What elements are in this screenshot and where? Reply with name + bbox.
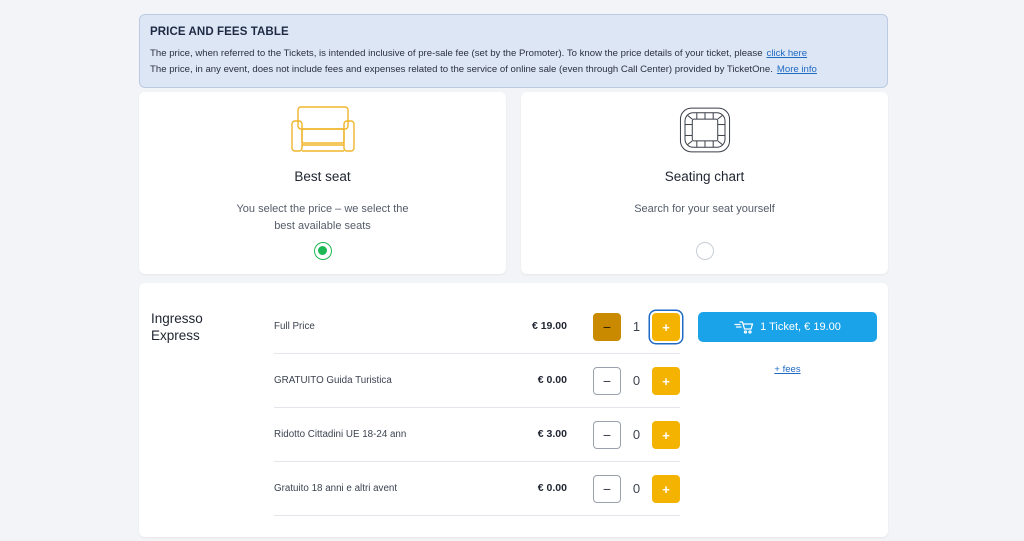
click-here-link[interactable]: click here	[767, 48, 808, 59]
price-fees-info-box: PRICE AND FEES TABLE The price, when ref…	[139, 14, 888, 88]
decrease-button[interactable]: −	[593, 313, 621, 341]
best-seat-desc-line1: You select the price – we select the	[236, 203, 409, 215]
best-seat-desc-line2: best available seats	[274, 220, 371, 232]
sector-name: Ingresso Express	[151, 310, 203, 344]
quantity-stepper: − 0 +	[593, 475, 680, 503]
ticket-row: Full Price € 19.00 − 1 +	[274, 300, 680, 354]
quantity-value: 0	[632, 373, 641, 388]
ticket-panel: Ingresso Express Full Price € 19.00 − 1 …	[139, 283, 888, 537]
info-line-presale-text: The price, when referred to the Tickets,…	[150, 48, 763, 59]
increase-button[interactable]: +	[652, 313, 680, 341]
ticket-price: € 19.00	[531, 320, 567, 332]
seating-chart-option[interactable]: Seating chart Search for your seat yours…	[521, 92, 888, 274]
ticket-type-name: Full Price	[274, 321, 315, 332]
seating-chart-desc-line1: Search for your seat yourself	[634, 203, 775, 215]
increase-button[interactable]: +	[652, 475, 680, 503]
increase-button[interactable]: +	[652, 367, 680, 395]
quantity-stepper: − 0 +	[593, 367, 680, 395]
buy-tickets-label: 1 Ticket, € 19.00	[760, 321, 841, 333]
armchair-icon	[290, 106, 355, 152]
increase-button[interactable]: +	[652, 421, 680, 449]
quantity-stepper: − 1 +	[593, 313, 680, 341]
info-line-fees: The price, in any event, does not includ…	[150, 62, 877, 78]
seating-chart-title: Seating chart	[664, 169, 745, 184]
sector-name-line2: Express	[151, 328, 200, 343]
quantity-stepper: − 0 +	[593, 421, 680, 449]
sector-name-line1: Ingresso	[151, 311, 203, 326]
ticket-row: Ridotto Cittadini UE 18-24 ann € 3.00 − …	[274, 408, 680, 462]
ticket-price: € 0.00	[537, 482, 567, 494]
decrease-button[interactable]: −	[593, 367, 621, 395]
decrease-button[interactable]: −	[593, 475, 621, 503]
fees-link[interactable]: + fees	[698, 364, 877, 375]
info-title: PRICE AND FEES TABLE	[150, 26, 289, 38]
fast-cart-icon	[734, 321, 754, 334]
ticket-selection-page: PRICE AND FEES TABLE The price, when ref…	[139, 14, 888, 537]
ticket-price: € 0.00	[537, 374, 567, 386]
seating-chart-radio[interactable]	[695, 242, 714, 260]
buy-tickets-button[interactable]: 1 Ticket, € 19.00	[698, 312, 877, 342]
best-seat-title: Best seat	[294, 169, 351, 184]
ticket-row: GRATUITO Guida Turistica € 0.00 − 0 +	[274, 354, 680, 408]
quantity-value: 1	[632, 319, 641, 334]
ticket-row: Gratuito 18 anni e altri avent € 0.00 − …	[274, 462, 680, 516]
info-line-presale: The price, when referred to the Tickets,…	[150, 46, 877, 62]
best-seat-description: You select the price – we select the bes…	[139, 201, 506, 235]
decrease-button[interactable]: −	[593, 421, 621, 449]
best-seat-radio[interactable]	[313, 242, 332, 260]
ticket-price: € 3.00	[537, 428, 567, 440]
more-info-link[interactable]: More info	[777, 64, 817, 75]
stadium-map-icon	[679, 107, 730, 153]
ticket-type-name: Ridotto Cittadini UE 18-24 ann	[274, 429, 407, 440]
info-line-fees-text: The price, in any event, does not includ…	[150, 63, 773, 75]
ticket-type-name: Gratuito 18 anni e altri avent	[274, 483, 398, 494]
quantity-value: 0	[632, 427, 641, 442]
quantity-value: 0	[632, 481, 641, 496]
best-seat-option[interactable]: Best seat You select the price – we sele…	[139, 92, 506, 274]
seating-chart-description: Search for your seat yourself	[521, 201, 888, 218]
ticket-type-name: GRATUITO Guida Turistica	[274, 375, 392, 386]
seat-mode-options: Best seat You select the price – we sele…	[139, 92, 888, 274]
